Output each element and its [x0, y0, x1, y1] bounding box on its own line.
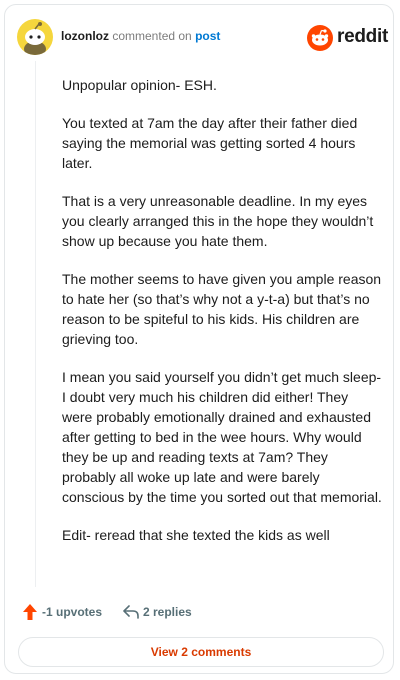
comment-paragraph: The mother seems to have given you ample…	[62, 271, 382, 347]
comment-paragraph: Edit- reread that she texted the kids as…	[62, 527, 330, 543]
reply-arrow-icon[interactable]	[122, 603, 140, 621]
reply-count[interactable]: 2 replies	[143, 605, 192, 619]
brand-wordmark: reddit	[337, 26, 388, 47]
snoo-avatar-icon[interactable]	[17, 19, 53, 55]
comment-meta: lozonloz commented on post	[61, 29, 220, 43]
upvote-count: -1 upvotes	[42, 605, 103, 619]
comment-header: lozonloz commented on post reddit	[17, 17, 388, 57]
comment-paragraph: I mean you said yourself you didn’t get …	[62, 369, 382, 505]
thread-line[interactable]	[35, 61, 36, 587]
reddit-logo-icon	[307, 25, 333, 51]
comment-paragraph: You texted at 7am the day after their fa…	[62, 115, 358, 171]
comment-body: Unpopular opinion- ESH. You texted at 7a…	[62, 75, 382, 563]
comment-paragraph: Unpopular opinion- ESH.	[62, 77, 217, 93]
view-comments-button[interactable]: View 2 comments	[18, 637, 384, 667]
reddit-brand[interactable]: reddit	[307, 25, 388, 51]
username-link[interactable]: lozonloz	[61, 29, 109, 43]
action-text: commented on	[112, 29, 192, 43]
comment-paragraph: That is a very unreasonable deadline. In…	[62, 193, 374, 249]
upvote-arrow-icon[interactable]	[22, 603, 38, 621]
comment-card: lozonloz commented on post reddit Unpopu…	[4, 4, 394, 674]
post-link[interactable]: post	[195, 29, 220, 43]
